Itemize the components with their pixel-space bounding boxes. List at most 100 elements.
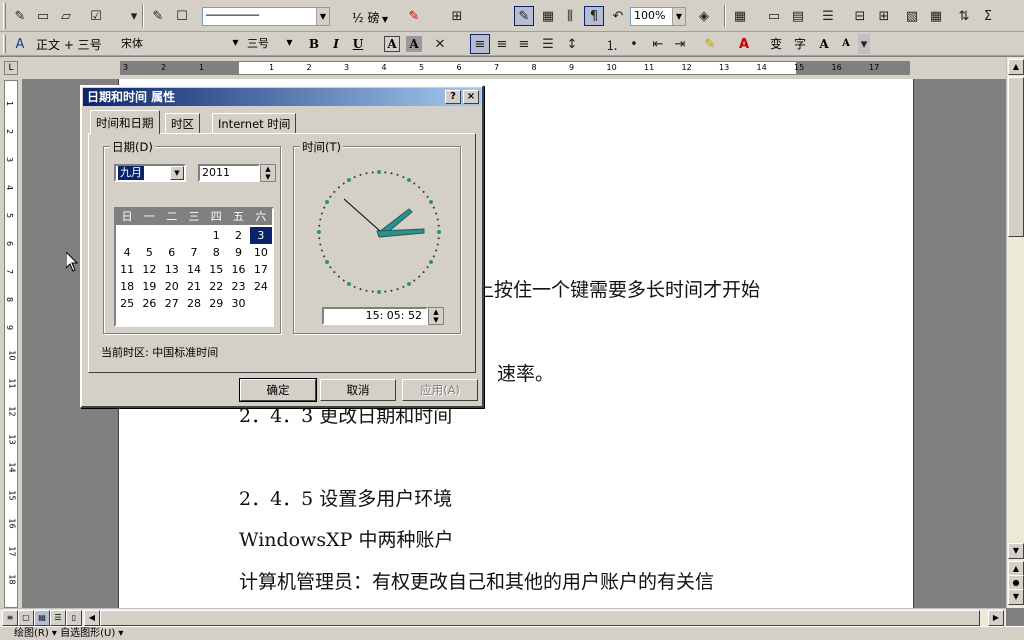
- vertical-ruler[interactable]: 1 2 3 4 5 6 7 8 9 10 11 12 13 14 15 16 17 18: [4, 80, 18, 608]
- form-field-icon[interactable]: ☐: [172, 6, 192, 26]
- calendar-day[interactable]: 4: [116, 244, 138, 261]
- calendar-day[interactable]: 2: [227, 227, 249, 244]
- line-weight-combo[interactable]: ½ 磅 ▼: [350, 7, 402, 26]
- calendar-day[interactable]: 20: [161, 278, 183, 295]
- align-right-icon[interactable]: ≡: [514, 34, 534, 54]
- calendar-day[interactable]: 16: [227, 261, 249, 278]
- close-button[interactable]: ×: [463, 90, 479, 104]
- show-hide-icon[interactable]: ¶: [584, 6, 604, 26]
- shrink-font-button[interactable]: A: [836, 34, 856, 54]
- distribute-rows-icon[interactable]: ⊟: [850, 6, 870, 26]
- calendar-day[interactable]: 15: [205, 261, 227, 278]
- drawing-toolbar-label[interactable]: 绘图(R) ▾ 自选图形(U) ▾: [14, 628, 123, 639]
- draw-table-icon[interactable]: ✎: [10, 6, 30, 26]
- toolbar-options-icon[interactable]: ▾: [124, 6, 144, 26]
- align-justify-icon[interactable]: ≡: [470, 34, 490, 54]
- toolbar-grip[interactable]: [3, 3, 6, 29]
- grow-font-button[interactable]: A: [814, 34, 834, 54]
- columns-icon[interactable]: ⫼: [560, 6, 580, 26]
- pen-color-icon[interactable]: ✎: [404, 6, 424, 26]
- align-center-icon[interactable]: ≡: [492, 34, 512, 54]
- calendar-day[interactable]: 27: [161, 295, 183, 312]
- insert-frame-icon[interactable]: ▭: [33, 6, 53, 26]
- scroll-up-icon[interactable]: ▲: [1008, 59, 1024, 75]
- decrease-indent-icon[interactable]: ⇤: [648, 34, 668, 54]
- char-scale-icon[interactable]: ✕: [430, 34, 450, 54]
- apply-button[interactable]: 应用(A): [402, 379, 478, 401]
- next-page-icon[interactable]: ▼: [1008, 589, 1024, 605]
- char-shading-button[interactable]: A: [406, 36, 422, 52]
- calendar-day[interactable]: 18: [116, 278, 138, 295]
- split-cells-icon[interactable]: ▤: [788, 6, 808, 26]
- web-view-icon[interactable]: ▢: [18, 610, 34, 626]
- checkbox-icon[interactable]: ☑: [86, 6, 106, 26]
- calendar-day[interactable]: 1: [205, 227, 227, 244]
- shading-color-icon[interactable]: ◈: [694, 6, 714, 26]
- undo-icon[interactable]: ↶: [608, 6, 628, 26]
- char-border-button[interactable]: A: [384, 36, 400, 52]
- calendar-day[interactable]: 23: [227, 278, 249, 295]
- zoom-combo[interactable]: 100% ▼: [630, 7, 686, 26]
- calendar-day[interactable]: 21: [183, 278, 205, 295]
- scroll-right-icon[interactable]: ▶: [988, 610, 1004, 626]
- distributed-align-icon[interactable]: ☰: [538, 34, 558, 54]
- calendar-day[interactable]: 8: [205, 244, 227, 261]
- print-view-icon[interactable]: ▤: [34, 610, 50, 626]
- insert-comment-icon[interactable]: ▱: [56, 6, 76, 26]
- tab-timezone[interactable]: 时区: [165, 113, 200, 133]
- calendar-day[interactable]: 25: [116, 295, 138, 312]
- calendar-day[interactable]: 9: [227, 244, 249, 261]
- horizontal-scroll-thumb[interactable]: [100, 610, 980, 626]
- ok-button[interactable]: 确定: [239, 378, 317, 402]
- underline-button[interactable]: U: [348, 34, 368, 54]
- bold-button[interactable]: B: [304, 34, 324, 54]
- calendar-day[interactable]: 22: [205, 278, 227, 295]
- calendar-day[interactable]: 3: [249, 227, 272, 244]
- calendar-day[interactable]: 26: [138, 295, 160, 312]
- calendar-day[interactable]: 12: [138, 261, 160, 278]
- autosum-icon[interactable]: Σ: [978, 6, 998, 26]
- bullets-icon[interactable]: •: [624, 34, 644, 54]
- styles-pane-icon[interactable]: A: [10, 34, 30, 54]
- toolbar-options-icon[interactable]: ▾: [858, 34, 870, 54]
- calendar-day[interactable]: 7: [183, 244, 205, 261]
- calendar-day[interactable]: 10: [250, 244, 272, 261]
- tab-internet-time[interactable]: Internet 时间: [212, 113, 297, 133]
- scroll-left-icon[interactable]: ◀: [84, 610, 100, 626]
- calendar-day[interactable]: 13: [161, 261, 183, 278]
- calendar-day[interactable]: 30: [227, 295, 249, 312]
- table-autoformat-icon[interactable]: ▧: [902, 6, 922, 26]
- draw-table-active-icon[interactable]: ✎: [514, 6, 534, 26]
- phonetic-guide-button[interactable]: 变: [766, 34, 786, 54]
- enclose-chars-button[interactable]: 字: [790, 34, 810, 54]
- toolbar-grip[interactable]: [3, 35, 6, 53]
- horizontal-scrollbar[interactable]: ≡ ▢ ▤ ☰ ▯ ◀ ▶: [0, 608, 1006, 626]
- help-button[interactable]: ?: [445, 90, 461, 104]
- merge-cells-icon[interactable]: ▭: [764, 6, 784, 26]
- calendar-day[interactable]: 6: [161, 244, 183, 261]
- year-spinner[interactable]: ▲ ▼: [260, 164, 276, 182]
- calendar-grid[interactable]: 日一二三四五六 1 2 3 4 5 6 7 8 9 10 11 12 13 14 15 16 17 18 19 20 2…: [114, 207, 274, 327]
- edit-text-icon[interactable]: ✎: [148, 6, 168, 26]
- italic-button[interactable]: I: [326, 34, 346, 54]
- font-color-icon[interactable]: A: [734, 34, 754, 54]
- month-dropdown[interactable]: 九月 ▼: [114, 164, 186, 182]
- normal-view-icon[interactable]: ≡: [2, 610, 18, 626]
- calendar-day[interactable]: 14: [183, 261, 205, 278]
- vertical-scroll-thumb[interactable]: [1008, 77, 1024, 237]
- increase-indent-icon[interactable]: ⇥: [670, 34, 690, 54]
- time-spinner[interactable]: ▲ ▼: [428, 307, 444, 325]
- line-spacing-icon[interactable]: ↕: [562, 34, 582, 54]
- style-combo[interactable]: 正文 + 三号: [34, 34, 114, 53]
- scroll-down-icon[interactable]: ▼: [1008, 543, 1024, 559]
- outline-view-icon[interactable]: ☰: [50, 610, 66, 626]
- calendar-day[interactable]: 24: [250, 278, 272, 295]
- horizontal-ruler[interactable]: 3 2 1 1 2 3 4 5 6 7 8 9 10 11 12 13 14 15 16 17: [120, 61, 910, 75]
- calendar-day[interactable]: 19: [138, 278, 160, 295]
- numbering-icon[interactable]: ⒈: [602, 34, 622, 54]
- line-style-combo[interactable]: ──────── ▼: [202, 7, 330, 26]
- reading-view-icon[interactable]: ▯: [66, 610, 82, 626]
- cancel-button[interactable]: 取消: [320, 379, 396, 401]
- calendar-day[interactable]: 29: [205, 295, 227, 312]
- calendar-day[interactable]: 11: [116, 261, 138, 278]
